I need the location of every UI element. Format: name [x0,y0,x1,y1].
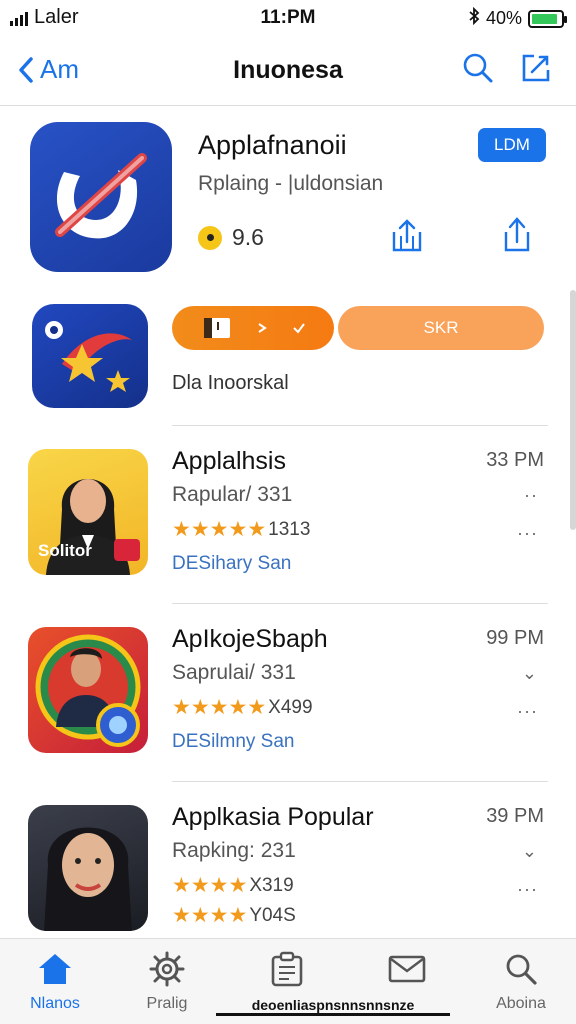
more-icon[interactable]: ·· [524,485,538,506]
list-item[interactable]: Applkasia Popular Rapking: 231 ★★★★ X319… [0,781,576,959]
stars: ★★★★ [172,696,248,719]
star-rating: ★★★★ ★ 1313 [172,517,310,542]
more-icon[interactable]: ··· [517,523,538,544]
half-star-icon: ★ [247,696,267,719]
tab-label: Nlanos [30,995,80,1012]
app-tag: DESilmny San [172,731,295,752]
app-subtitle: Rapular/ 331 [172,483,293,506]
search-icon [506,954,537,985]
more-icon[interactable]: ⌄ [522,663,538,684]
app-tag: DESihary San [172,553,292,574]
promo-row[interactable]: SKR Dla Inoorskal [0,300,576,425]
app-list: Solitor Applalhsis Rapular/ 331 ★★★★ ★ 1… [0,425,576,959]
rating-coin-icon [198,225,222,250]
compose-icon[interactable] [520,52,552,84]
stars: ★★★★ [172,874,248,897]
app-subtitle: Saprulai/ 331 [172,661,296,684]
star-rating-secondary: ★★★★ Y04S [172,903,296,928]
nav-actions [462,52,552,84]
home-icon [39,954,71,984]
more-icon[interactable]: ··· [517,879,538,900]
app-title: Applkasia Popular [172,803,374,831]
rating-count: X319 [249,874,294,896]
featured-app-name: Applafnanoii [198,130,347,160]
featured-app-icon [30,122,172,272]
stars: ★★★★ [172,904,248,927]
chevron-right-icon [258,323,267,333]
bluetooth-icon [468,6,480,30]
thumbnail-badge [114,539,140,561]
list-item[interactable]: Solitor Applalhsis Rapular/ 331 ★★★★ ★ 1… [0,425,576,603]
app-thumbnail [28,805,148,931]
battery-fill [532,13,558,24]
navigation-bar: Am Inuonesa [0,36,576,106]
featured-app[interactable]: Applafnanoii Rplaing - |uldonsian 9.6 LD… [0,120,576,280]
app-time: 99 PM [486,627,544,649]
share-icon[interactable] [388,218,426,259]
star-rating: ★★★★ X319 [172,873,294,898]
gear-icon [149,951,185,987]
half-star-icon: ★ [247,518,267,541]
promo-label: Dla Inoorskal [172,372,289,394]
share-icon[interactable] [500,216,534,259]
more-icon[interactable]: ··· [517,701,538,722]
tab-bar: Nlanos Pralig Aboina deoenliaspnsnnsnnsn… [0,938,576,1024]
featured-rating-value: 9.6 [232,224,264,250]
status-bar: Laler 11:PM 40% [0,0,576,36]
book-icon [204,318,230,338]
promo-app-icon [32,304,148,408]
app-time: 33 PM [486,449,544,471]
tab-settings[interactable]: Pralig [112,949,222,1013]
check-icon [293,323,305,334]
rating-count: Y04S [249,904,296,926]
tab-label: Pralig [146,995,188,1012]
list-item[interactable]: ApIkojeSbaph Saprulai/ 331 ★★★★ ★ X499 D… [0,603,576,781]
app-subtitle: Rapking: 231 [172,839,296,862]
featured-app-subtitle: Rplaing - |uldonsian [198,172,384,195]
app-thumbnail: Solitor [28,449,148,575]
rating-count: 1313 [268,518,311,540]
search-icon[interactable] [462,52,494,84]
featured-rating: 9.6 [198,224,264,251]
app-thumbnail [28,627,148,753]
more-icon[interactable]: ⌄ [522,841,538,862]
mail-icon [388,955,426,983]
app-title: Applalhsis [172,447,286,475]
status-right: 40% [468,6,567,30]
stars: ★★★★ [172,518,248,541]
star-rating: ★★★★ ★ X499 [172,695,313,720]
promo-skr-button[interactable]: SKR [338,306,544,350]
tab-home[interactable]: Nlanos [0,949,110,1013]
promo-pill-button[interactable] [172,306,334,350]
tab-mail[interactable] [352,949,462,995]
app-title: ApIkojeSbaph [172,625,328,653]
battery-percent: 40% [485,8,522,28]
get-button[interactable]: LDM [478,128,546,162]
tab-label: Aboina [496,995,546,1012]
tab-search[interactable]: Aboina [466,949,576,1013]
tab-clipboard[interactable] [232,949,342,995]
battery-icon [528,9,567,28]
clipboard-icon [271,951,303,987]
rating-count: X499 [268,696,313,718]
app-time: 39 PM [486,805,544,827]
tab-bar-caption: deoenliaspnsnnsnnsnze [216,997,450,1016]
thumbnail-caption: Solitor [38,541,92,560]
